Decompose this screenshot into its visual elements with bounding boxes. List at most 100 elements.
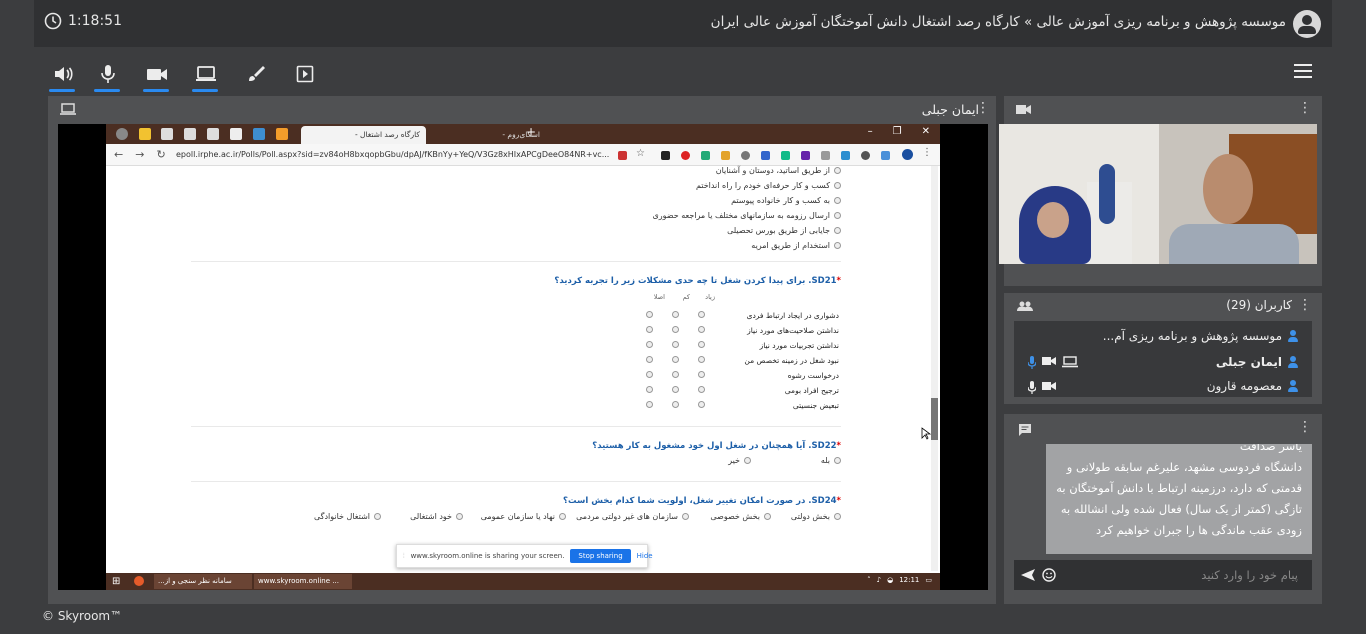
extension-icon[interactable] — [881, 151, 890, 160]
tab-favicon-icon[interactable] — [139, 128, 151, 140]
emoji-icon[interactable] — [1042, 568, 1056, 582]
scroll-thumb[interactable] — [931, 398, 938, 440]
option-row[interactable]: بخش دولتی — [791, 512, 841, 521]
radio-button[interactable] — [698, 326, 705, 333]
extension-icon[interactable] — [741, 151, 750, 160]
speaker-icon[interactable] — [49, 62, 75, 92]
tray-arrow-icon[interactable]: ˄ — [867, 576, 871, 584]
radio-button[interactable] — [834, 182, 841, 189]
radio-button[interactable] — [698, 356, 705, 363]
radio-button[interactable] — [672, 311, 679, 318]
reload-icon[interactable]: ↻ — [156, 148, 165, 161]
radio-button[interactable] — [672, 386, 679, 393]
option-row[interactable]: استخدام از طریق امریه — [751, 241, 841, 250]
option-row[interactable]: خیر — [728, 456, 751, 465]
extension-icon[interactable] — [821, 151, 830, 160]
stop-sharing-button[interactable]: Stop sharing — [570, 549, 631, 563]
radio-button[interactable] — [764, 513, 771, 520]
option-row[interactable]: ارسال رزومه به سازمانهای مختلف یا مراجعه… — [653, 211, 841, 220]
radio-button[interactable] — [646, 356, 653, 363]
star-icon[interactable]: ☆ — [636, 148, 645, 159]
extension-icon[interactable] — [721, 151, 730, 160]
browser-menu-icon[interactable]: ⋮ — [922, 147, 932, 158]
option-row[interactable]: بخش خصوصی — [710, 512, 771, 521]
firefox-icon[interactable] — [134, 576, 144, 586]
tab-favicon-icon[interactable] — [230, 128, 242, 140]
option-row[interactable]: سازمان های غیر دولتی مردمی — [576, 512, 689, 521]
windows-start-icon[interactable]: ⊞ — [112, 576, 120, 587]
profile-icon[interactable] — [902, 149, 913, 160]
radio-button[interactable] — [744, 457, 751, 464]
chat-panel-more-icon[interactable]: ⋮ — [1298, 419, 1312, 435]
extension-icon[interactable] — [761, 151, 770, 160]
network-icon[interactable]: ◒ — [887, 576, 893, 584]
radio-button[interactable] — [672, 356, 679, 363]
radio-button[interactable] — [682, 513, 689, 520]
radio-button[interactable] — [559, 513, 566, 520]
share-panel-more-icon[interactable]: ⋮ — [976, 100, 990, 116]
forward-icon[interactable]: → — [135, 148, 144, 161]
menu-icon[interactable] — [1294, 64, 1312, 78]
radio-button[interactable] — [698, 341, 705, 348]
camera-icon[interactable] — [143, 62, 169, 92]
extension-icon[interactable] — [661, 151, 670, 160]
chat-input[interactable]: پیام خود را وارد کنید — [1014, 560, 1312, 590]
page-scrollbar[interactable] — [931, 166, 938, 571]
radio-button[interactable] — [834, 513, 841, 520]
radio-button[interactable] — [672, 326, 679, 333]
camera-panel-more-icon[interactable]: ⋮ — [1298, 100, 1312, 116]
brush-icon[interactable] — [244, 62, 268, 86]
tab-favicon-icon[interactable] — [116, 128, 128, 140]
radio-button[interactable] — [698, 401, 705, 408]
radio-button[interactable] — [646, 371, 653, 378]
taskbar-item-skyroom[interactable]: www.skyroom.online ... — [254, 574, 352, 589]
option-row[interactable]: جایابی از طریق بورس تحصیلی — [727, 226, 841, 235]
radio-button[interactable] — [834, 242, 841, 249]
back-icon[interactable]: ← — [114, 148, 123, 161]
radio-button[interactable] — [672, 371, 679, 378]
radio-button[interactable] — [698, 371, 705, 378]
minimize-icon[interactable]: – — [868, 126, 873, 137]
hide-button[interactable]: Hide — [637, 552, 653, 560]
radio-button[interactable] — [698, 386, 705, 393]
option-row[interactable]: نهاد یا سازمان عمومی — [481, 512, 566, 521]
extension-icon[interactable] — [841, 151, 850, 160]
radio-button[interactable] — [834, 227, 841, 234]
extension-icon[interactable] — [781, 151, 790, 160]
tab-active[interactable]: کارگاه رصد اشتغال - — [301, 126, 426, 144]
tab-favicon-icon[interactable] — [207, 128, 219, 140]
tab-favicon-icon[interactable] — [253, 128, 265, 140]
extension-icon[interactable] — [618, 151, 627, 160]
extension-icon[interactable] — [801, 151, 810, 160]
screen-share-icon[interactable] — [192, 62, 218, 92]
tab-favicon-icon[interactable] — [184, 128, 196, 140]
microphone-icon[interactable] — [94, 62, 120, 92]
user-avatar-icon[interactable] — [1293, 10, 1321, 38]
extension-icon[interactable] — [681, 151, 690, 160]
radio-button[interactable] — [646, 326, 653, 333]
list-item[interactable]: ایمان جبلی — [1216, 355, 1298, 369]
option-row[interactable]: به کسب و کار خانواده پیوستم — [731, 196, 841, 205]
radio-button[interactable] — [834, 167, 841, 174]
option-row[interactable]: کسب و کار حرفه‌ای خودم را راه انداختم — [696, 181, 841, 190]
radio-button[interactable] — [672, 401, 679, 408]
radio-button[interactable] — [646, 311, 653, 318]
tab-favicon-icon[interactable] — [161, 128, 173, 140]
url-field[interactable]: epoll.irphe.ac.ir/Polls/Poll.aspx?sid=zv… — [176, 150, 609, 159]
list-item[interactable]: معصومه قارون — [1207, 379, 1298, 393]
extension-icon[interactable] — [861, 151, 870, 160]
presentation-icon[interactable] — [293, 62, 317, 86]
radio-button[interactable] — [834, 212, 841, 219]
send-icon[interactable] — [1020, 568, 1036, 582]
option-row[interactable]: بله — [821, 456, 841, 465]
radio-button[interactable] — [646, 341, 653, 348]
extension-icon[interactable] — [701, 151, 710, 160]
notification-icon[interactable]: ▭ — [925, 576, 932, 584]
radio-button[interactable] — [374, 513, 381, 520]
list-item[interactable]: موسسه پژوهش و برنامه ریزی آم... — [1103, 329, 1298, 343]
new-tab-icon[interactable]: + — [526, 125, 536, 139]
option-row[interactable]: اشتغال خانوادگی — [314, 512, 381, 521]
radio-button[interactable] — [834, 457, 841, 464]
close-icon[interactable]: ✕ — [922, 126, 930, 137]
radio-button[interactable] — [672, 341, 679, 348]
